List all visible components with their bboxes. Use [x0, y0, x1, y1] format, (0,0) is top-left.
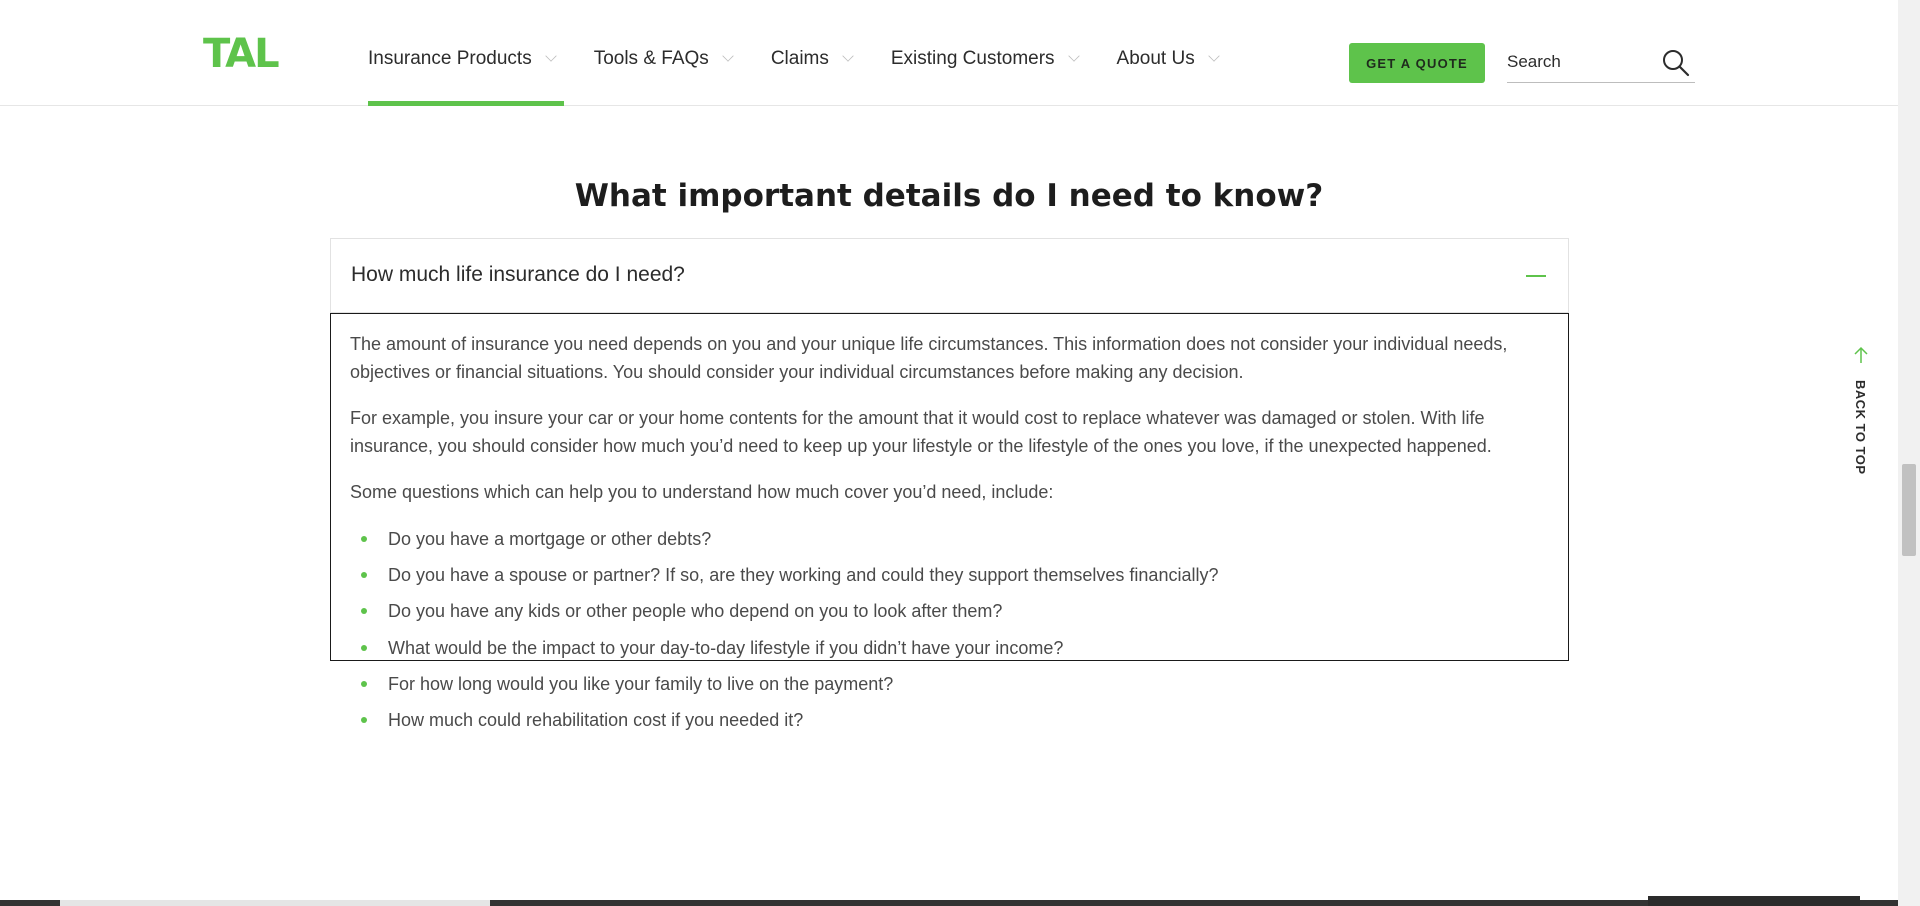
bullet-icon — [361, 681, 367, 687]
footer-tab — [1648, 896, 1860, 906]
nav-label: Existing Customers — [890, 48, 1055, 69]
bullet-icon — [361, 572, 367, 578]
nav-existing-customers[interactable]: Existing Customers — [890, 0, 1080, 106]
bullet-icon — [361, 608, 367, 614]
chevron-down-icon — [842, 50, 854, 62]
nav-claims[interactable]: Claims — [770, 0, 854, 106]
chevron-down-icon — [1208, 50, 1220, 62]
accordion-header[interactable]: How much life insurance do I need? — [330, 238, 1569, 313]
answer-paragraph: Some questions which can help you to und… — [350, 482, 1054, 502]
back-to-top-label: BACK TO TOP — [1853, 380, 1868, 475]
arrow-up-icon — [1854, 346, 1868, 363]
back-to-top-button[interactable]: BACK TO TOP — [1846, 346, 1876, 476]
search-icon[interactable] — [1661, 48, 1691, 78]
footer-edge-light — [60, 900, 490, 906]
nav-insurance-products[interactable]: Insurance Products — [368, 0, 564, 106]
chevron-down-icon — [722, 50, 734, 62]
nav-label: Claims — [770, 48, 829, 69]
bullet-icon — [361, 536, 367, 542]
list-item: Do you have any kids or other people who… — [388, 601, 1003, 621]
list-item: How much could rehabilitation cost if yo… — [388, 710, 804, 730]
scrollbar-thumb[interactable] — [1902, 464, 1916, 556]
chevron-down-icon — [1067, 50, 1080, 62]
nav-label: About Us — [1116, 48, 1195, 69]
footer-edge — [0, 900, 1898, 906]
bullet-icon — [361, 717, 367, 723]
search-input[interactable] — [1507, 48, 1647, 76]
nav-about-us[interactable]: About Us — [1116, 0, 1220, 106]
tal-logo[interactable]: TAL — [203, 32, 280, 76]
list-item: Do you have a mortgage or other debts? — [388, 529, 712, 549]
accordion-question: How much life insurance do I need? — [351, 263, 685, 286]
nav-tools-faqs[interactable]: Tools & FAQs — [593, 0, 734, 106]
list-item: For how long would you like your family … — [388, 674, 894, 694]
chevron-down-icon — [545, 50, 557, 62]
list-item: Do you have a spouse or partner? If so, … — [388, 565, 1219, 585]
nav-label: Insurance Products — [368, 48, 532, 69]
bullet-icon — [361, 645, 367, 651]
section-title: What important details do I need to know… — [574, 178, 1324, 214]
page-scrollbar[interactable] — [1898, 0, 1920, 906]
get-a-quote-button[interactable]: GET A QUOTE — [1349, 43, 1485, 83]
nav-label: Tools & FAQs — [593, 48, 709, 69]
main-nav: Insurance Products Tools & FAQs Claims E… — [368, 0, 1257, 106]
answer-paragraph: The amount of insurance you need depends… — [350, 334, 1508, 382]
answer-paragraph: For example, you insure your car or your… — [350, 408, 1492, 456]
search-box — [1507, 44, 1695, 83]
collapse-minus-icon[interactable] — [1526, 275, 1546, 277]
site-header: TAL Insurance Products Tools & FAQs Clai… — [0, 0, 1898, 106]
list-item: What would be the impact to your day-to-… — [388, 638, 1064, 658]
